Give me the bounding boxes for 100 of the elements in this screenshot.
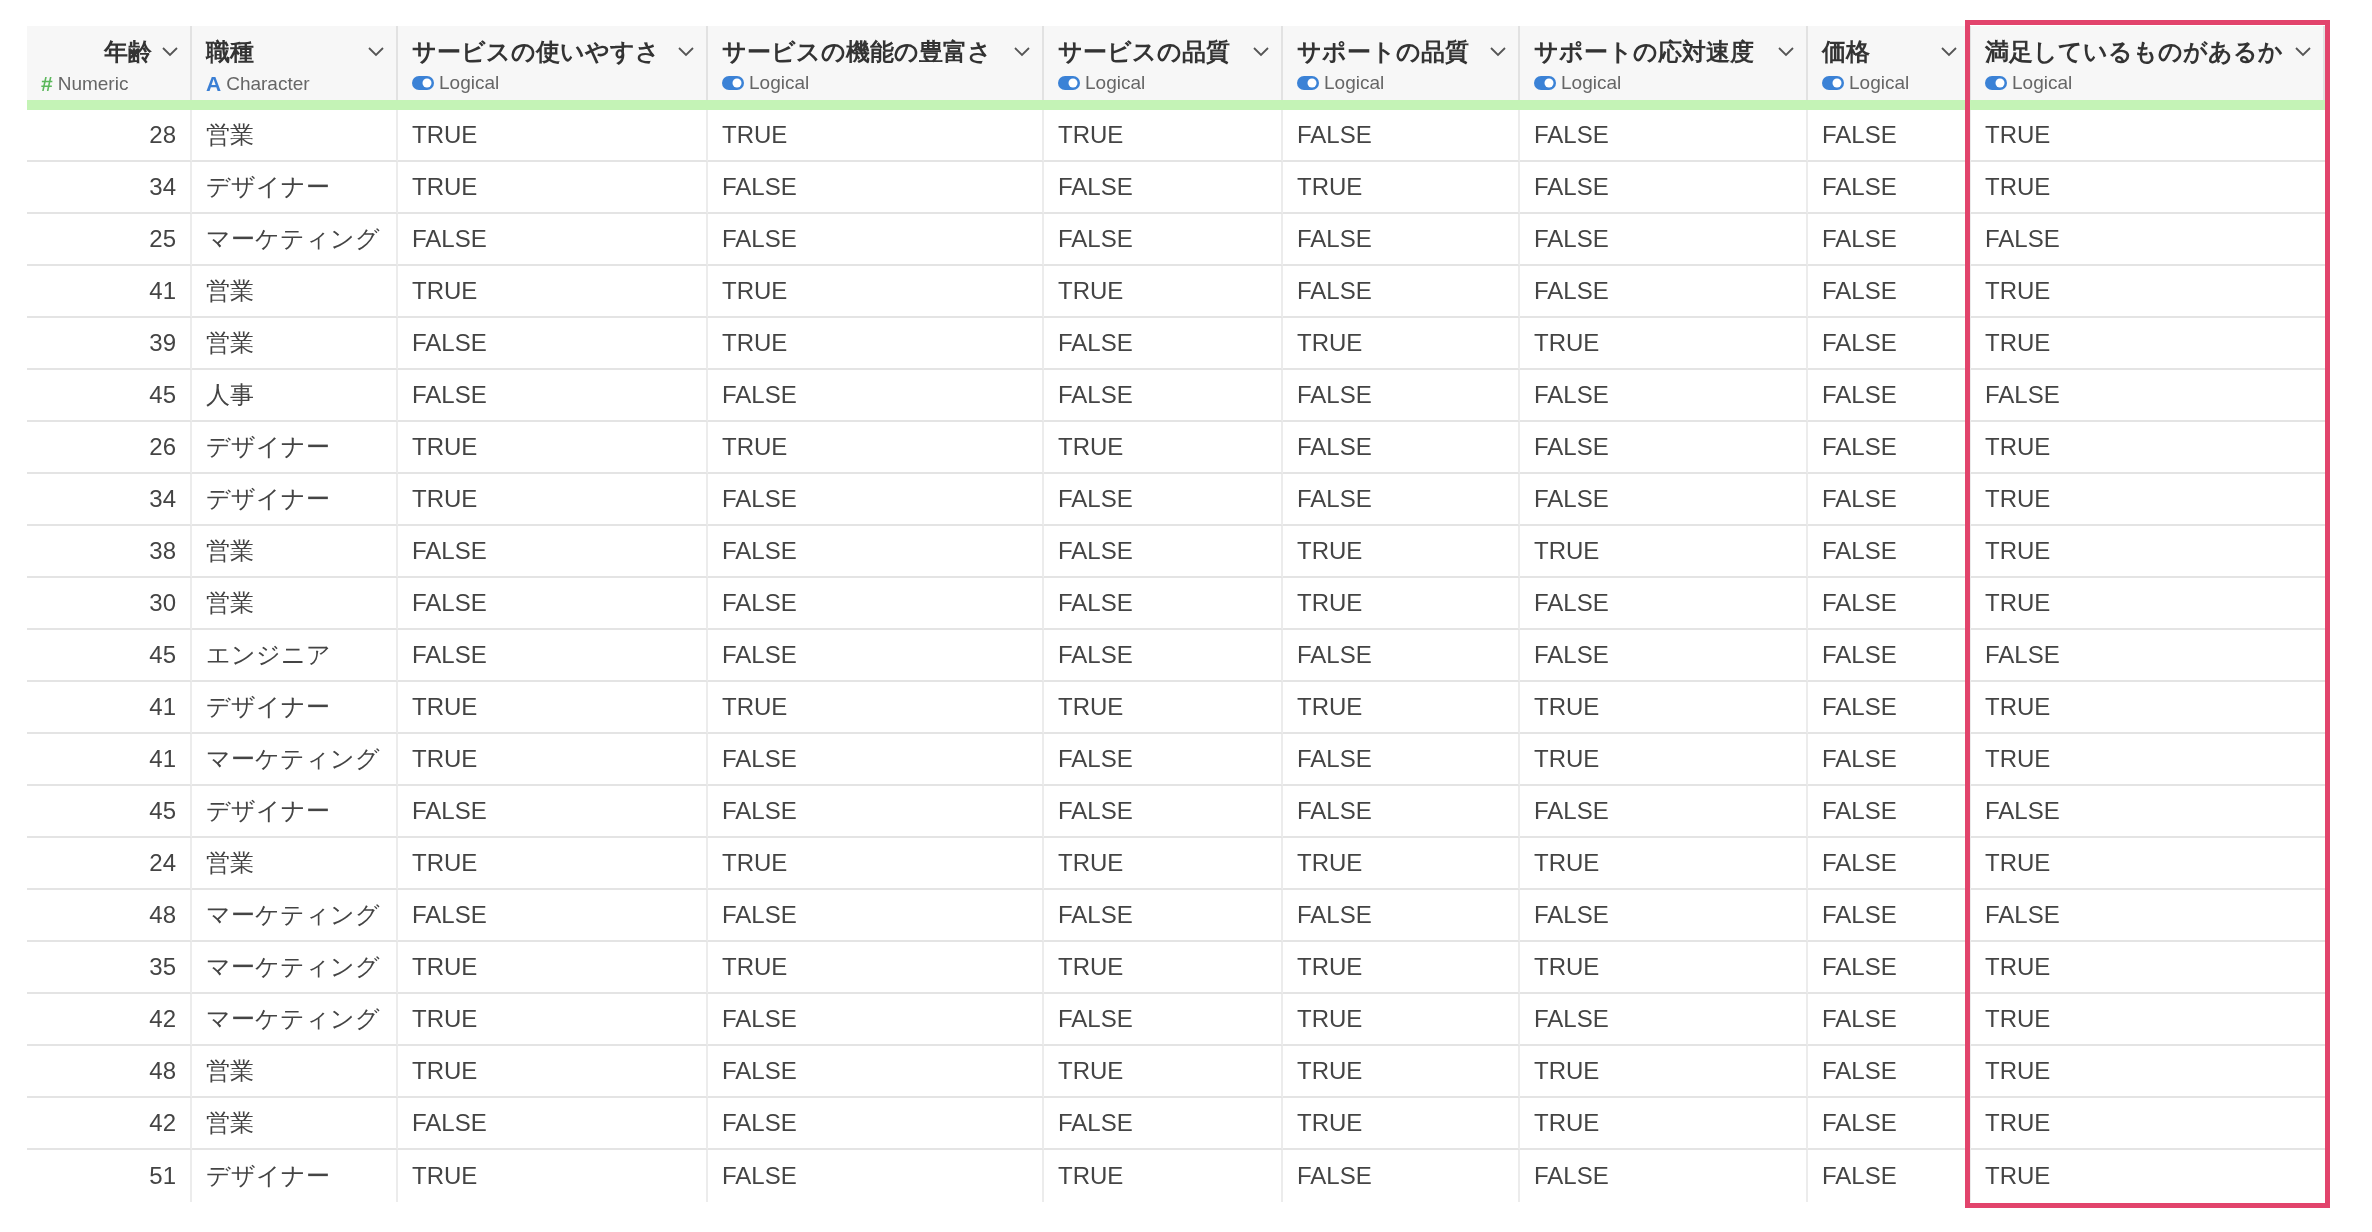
table-cell: TRUE [1520,318,1808,370]
table-cell-text: TRUE [1984,1161,2052,1191]
table-cell: FALSE [1808,526,1971,578]
column-type-label: Logical [1561,72,1622,94]
column-name: サポートの応対速度 [1534,37,1754,67]
table-cell: FALSE [1520,994,1808,1046]
table-cell: TRUE [1971,162,2325,214]
table-cell: 営業 [192,1046,398,1098]
column-name: サービスの品質 [1058,37,1230,67]
table-cell: FALSE [1520,422,1808,474]
table-cell: 38 [27,526,192,578]
column-header[interactable]: 満足しているものがあるか Logical [1971,26,2325,100]
table-cell: TRUE [1044,1046,1283,1098]
column-type-label: Logical [1085,72,1146,94]
table-cell: TRUE [1283,1046,1520,1098]
table-cell: TRUE [1971,734,2325,786]
table-cell: FALSE [1808,682,1971,734]
table-cell: FALSE [1808,838,1971,890]
table-cell: TRUE [1971,838,2325,890]
table-cell: FALSE [708,786,1044,838]
table-cell: FALSE [1808,1150,1971,1202]
table-cell: マーケティング [192,214,398,266]
table-cell: 48 [27,890,192,942]
column-name: サービスの使いやすさ [412,37,660,67]
table-cell: FALSE [708,630,1044,682]
table-cell: FALSE [708,162,1044,214]
table-cell: FALSE [1808,422,1971,474]
table-cell: TRUE [1520,838,1808,890]
table-cell: FALSE [1808,734,1971,786]
table-cell: TRUE [1971,682,2325,734]
table-cell: TRUE [1971,422,2325,474]
column-name: 価格 [1822,37,1870,67]
table-cell: 営業 [192,318,398,370]
table-cell: FALSE [1808,942,1971,994]
column-header[interactable]: サービスの品質 Logical [1044,26,1283,100]
table-cell: FALSE [1520,890,1808,942]
table-cell: TRUE [398,110,708,162]
table-cell: TRUE [1971,266,2325,318]
table-cell: 営業 [192,526,398,578]
table-cell: 営業 [192,1098,398,1150]
table-cell: TRUE [398,474,708,526]
letter-icon: A [206,72,222,96]
table-cell: エンジニア [192,630,398,682]
column-header[interactable]: サポートの応対速度 Logical [1520,26,1808,100]
table-cell: TRUE [1044,1150,1283,1202]
column-type-label: Logical [439,72,500,94]
column-header[interactable]: サービスの使いやすさ Logical [398,26,708,100]
table-cell: FALSE [398,318,708,370]
column-type-label: Logical [1324,72,1385,94]
table-cell: TRUE [1283,994,1520,1046]
table-cell: FALSE [1044,994,1283,1046]
column-name: サービスの機能の豊富さ [722,37,992,67]
table-cell: TRUE [708,110,1044,162]
table-cell: FALSE [398,526,708,578]
table-cell: FALSE [1971,370,2325,422]
table-cell: 48 [27,1046,192,1098]
table-cell: FALSE [1044,630,1283,682]
table-cell: FALSE [1044,214,1283,266]
table-cell: 34 [27,474,192,526]
table-cell: FALSE [1520,214,1808,266]
table-cell: TRUE [398,1046,708,1098]
table-cell: FALSE [1808,474,1971,526]
table-cell: 45 [27,786,192,838]
table-cell: TRUE [1971,474,2325,526]
table-cell: FALSE [708,1150,1044,1202]
column-header[interactable]: 職種 A Character [192,26,398,100]
table-cell: TRUE [1044,942,1283,994]
table-cell: TRUE [1971,526,2325,578]
table-cell: TRUE [1971,318,2325,370]
table-cell: 45 [27,630,192,682]
table-cell: TRUE [1283,838,1520,890]
table-cell: マーケティング [192,890,398,942]
table-cell: FALSE [1044,1098,1283,1150]
table-cell: TRUE [708,318,1044,370]
table-cell: FALSE [1520,474,1808,526]
column-header[interactable]: 価格 Logical [1808,26,1971,100]
column-name: サポートの品質 [1297,37,1469,67]
table-cell: FALSE [1044,162,1283,214]
table-cell: FALSE [708,370,1044,422]
table-cell: TRUE [1520,1098,1808,1150]
column-header[interactable]: サービスの機能の豊富さ Logical [708,26,1044,100]
table-cell: FALSE [1283,890,1520,942]
table-cell: FALSE [398,1098,708,1150]
column-header[interactable]: サポートの品質 Logical [1283,26,1520,100]
table-cell: FALSE [1044,318,1283,370]
table-cell: FALSE [1283,786,1520,838]
table-cell: FALSE [398,630,708,682]
table-cell: 営業 [192,578,398,630]
table-cell: TRUE [1520,1046,1808,1098]
column-header[interactable]: 年齢 # Numeric [27,26,192,100]
table-cell: TRUE [1044,422,1283,474]
table-cell: FALSE [1283,110,1520,162]
table-cell: FALSE [1808,1098,1971,1150]
table-cell: TRUE [1520,734,1808,786]
table-cell: FALSE [1044,786,1283,838]
table-cell: FALSE [1808,890,1971,942]
table-cell: FALSE [1283,630,1520,682]
table-cell: FALSE [708,1098,1044,1150]
table-cell: TRUE [1044,110,1283,162]
table-cell: 24 [27,838,192,890]
